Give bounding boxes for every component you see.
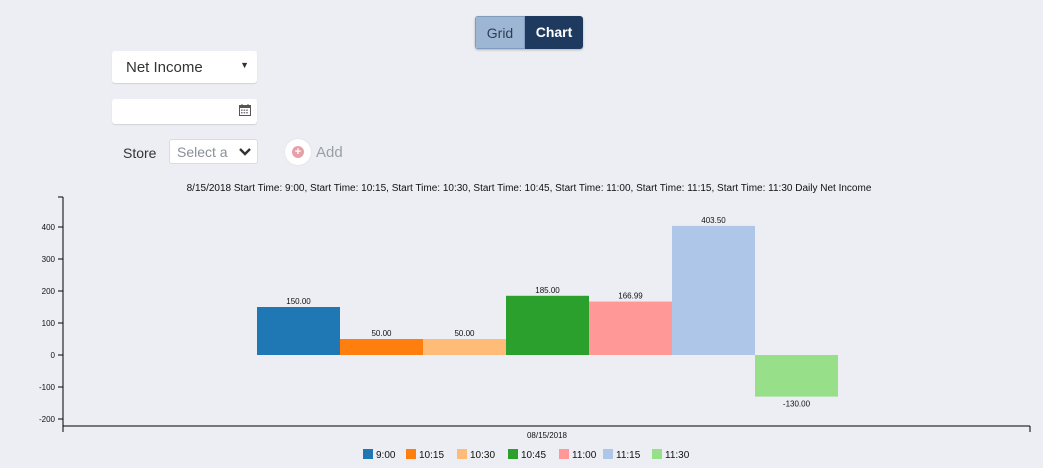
bar-900[interactable] [257,307,340,355]
data-label: 185.00 [535,286,560,295]
legend-swatch [559,449,569,459]
legend-swatch [406,449,416,459]
data-label: -130.00 [783,400,811,409]
legend-label: 11:15 [616,450,641,461]
x-tick-label: 08/15/2018 [527,431,568,440]
legend-swatch [363,449,373,459]
legend-swatch [652,449,662,459]
legend-label: 10:45 [521,450,546,461]
bar-1030[interactable] [423,339,506,355]
y-tick-label: 0 [51,351,56,360]
data-label: 166.99 [618,292,643,301]
data-label: 50.00 [371,329,392,338]
legend-item-1100[interactable]: 11:00 [559,449,597,461]
data-label: 50.00 [454,329,475,338]
legend-item-900[interactable]: 9:00 [363,449,396,461]
y-tick-label: -200 [39,415,56,424]
legend-swatch [508,449,518,459]
legend-label: 9:00 [376,450,396,461]
legend-label: 10:30 [470,450,495,461]
legend-item-1015[interactable]: 10:15 [406,449,444,461]
y-tick-label: 100 [42,319,56,328]
legend-label: 11:00 [572,450,597,461]
bar-1115[interactable] [672,225,755,355]
legend-item-1030[interactable]: 10:30 [457,449,495,461]
legend-label: 11:30 [665,450,690,461]
legend-item-1115[interactable]: 11:15 [603,449,641,461]
data-label: 403.50 [701,216,726,225]
bar-1045[interactable] [506,295,589,355]
bar-1130[interactable] [755,355,838,397]
y-tick-label: 200 [42,287,56,296]
chart-title: 8/15/2018 Start Time: 9:00, Start Time: … [187,183,872,194]
net-income-chart: 8/15/2018 Start Time: 9:00, Start Time: … [39,183,1031,461]
legend-swatch [603,449,613,459]
legend-label: 10:15 [419,450,444,461]
y-tick-label: 400 [42,223,56,232]
bar-1100[interactable] [589,301,672,355]
data-label: 150.00 [286,297,311,306]
legend-item-1045[interactable]: 10:45 [508,449,546,461]
legend-item-1130[interactable]: 11:30 [652,449,690,461]
bar-1015[interactable] [340,339,423,355]
y-tick-label: 300 [42,255,56,264]
legend-swatch [457,449,467,459]
y-tick-label: -100 [39,383,56,392]
